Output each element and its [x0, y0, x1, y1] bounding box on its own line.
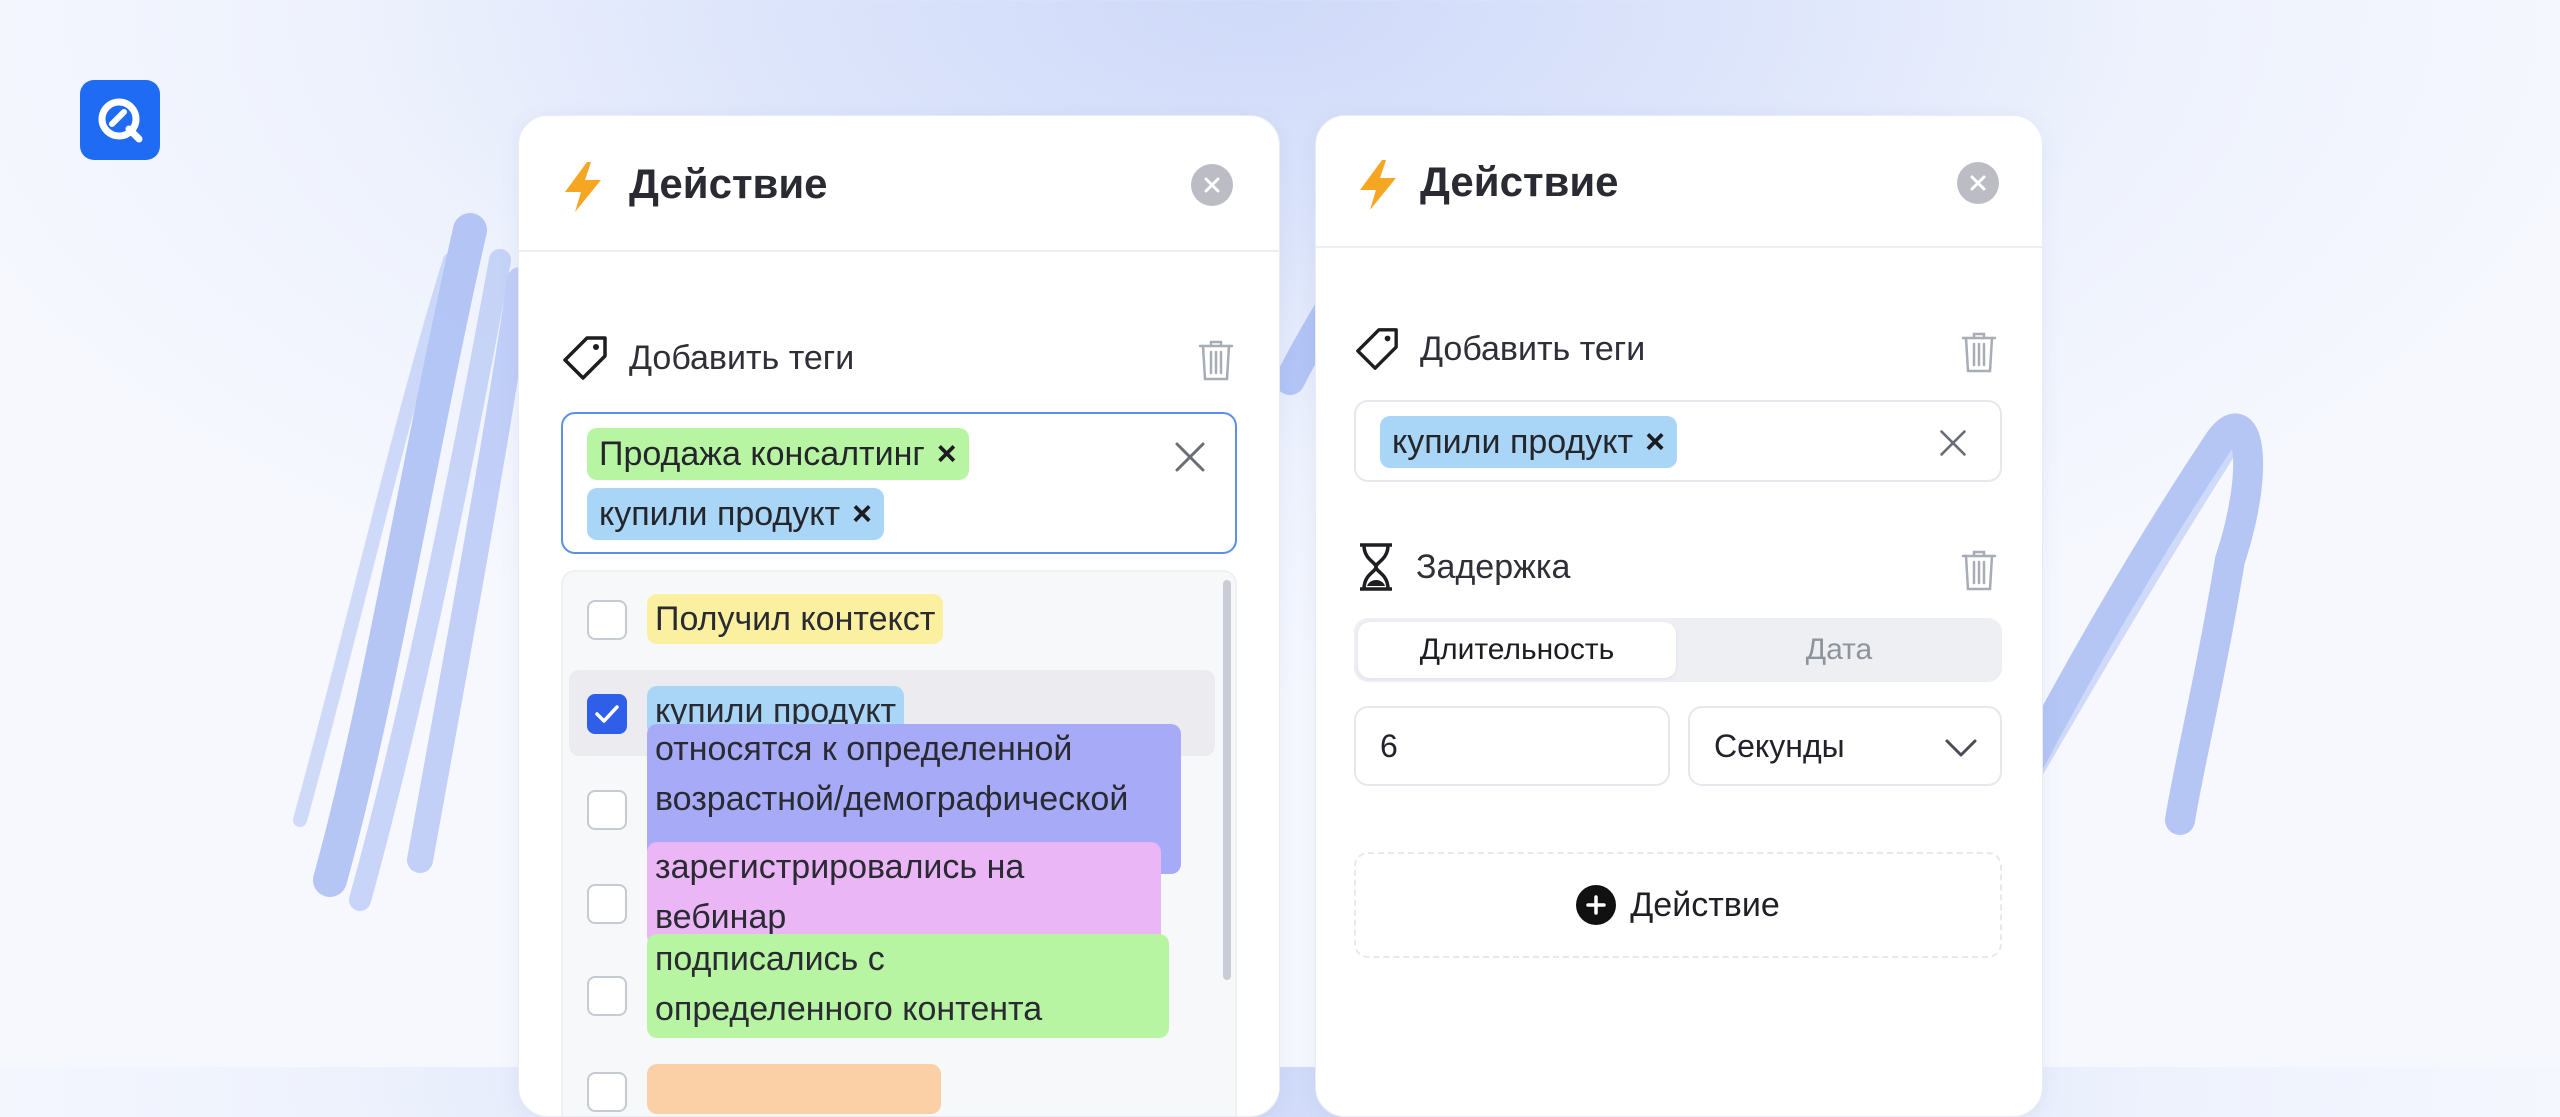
add-action-button[interactable]: Действие [1354, 852, 2002, 958]
trash-icon[interactable] [1960, 330, 1998, 374]
checkbox[interactable] [587, 600, 627, 640]
selected-tag-chip: купили продукт × [587, 488, 884, 540]
trash-icon[interactable] [1197, 338, 1235, 382]
checkbox[interactable] [587, 884, 627, 924]
tab-duration[interactable]: Длительность [1358, 622, 1676, 678]
option-tag-line: подписались с [655, 940, 885, 978]
tags-input[interactable]: купили продукт × [1354, 400, 2002, 482]
option-tag-line: определенного контента [655, 990, 1043, 1028]
close-button[interactable] [1957, 162, 1999, 204]
option-tag-label: зарегистрировались на вебинар [647, 842, 1161, 946]
option-tag-line: относятся к определенной [655, 730, 1073, 768]
delay-value-input[interactable]: 6 [1354, 706, 1670, 786]
scrollbar[interactable] [1223, 580, 1231, 980]
background-brush-strokes [293, 213, 2264, 911]
checkbox[interactable] [587, 976, 627, 1016]
panel-title: Действие [629, 160, 828, 207]
plus-circle-icon [1576, 885, 1617, 925]
chip-remove-button[interactable]: × [937, 435, 957, 474]
hourglass-icon [1360, 543, 1392, 591]
close-icon [1204, 177, 1220, 193]
close-button[interactable] [1191, 164, 1233, 206]
panel-title: Действие [1420, 158, 1619, 205]
lightning-bolt-icon [1360, 160, 1396, 210]
add-tags-section: Добавить теги [1354, 326, 1645, 372]
add-tags-label: Добавить теги [1420, 329, 1646, 368]
clear-all-icon[interactable] [1938, 428, 1968, 458]
chevron-down-icon [1945, 739, 1977, 757]
selected-tag-chip: Продажа консалтинг × [587, 428, 969, 480]
add-action-label: Действие [1630, 885, 1780, 924]
chip-label: купили продукт [1392, 422, 1634, 461]
delay-unit-select[interactable]: Секунды [1688, 706, 2002, 786]
delay-label: Задержка [1416, 547, 1571, 586]
option-tag-line: возрастной/демографической [655, 780, 1129, 818]
selected-tag-chip: купили продукт × [1380, 416, 1677, 468]
chip-label: Продажа консалтинг [599, 434, 925, 473]
option-tag-label [647, 1064, 941, 1114]
checkbox[interactable] [587, 1072, 627, 1112]
delay-value: 6 [1380, 727, 1398, 764]
panel-header: Действие [519, 116, 1279, 252]
tags-input[interactable]: Продажа консалтинг × купили продукт × [561, 412, 1237, 554]
add-tags-label: Добавить теги [629, 338, 855, 377]
chip-remove-button[interactable]: × [852, 495, 872, 534]
add-tags-section: Добавить теги [561, 334, 854, 382]
delay-unit-value: Секунды [1714, 727, 1845, 764]
trash-icon[interactable] [1960, 548, 1998, 592]
panel-header: Действие [1316, 116, 2042, 248]
tag-icon [1356, 328, 1398, 370]
delay-mode-switch: Длительность Дата [1354, 618, 2002, 682]
checkbox-checked[interactable] [587, 694, 627, 734]
chip-label: купили продукт [599, 494, 841, 533]
option-tag-label: Получил контекст [647, 594, 944, 644]
option-tag-line: зарегистрировались на [655, 848, 1025, 886]
app-logo [80, 80, 160, 160]
lightning-bolt-icon [565, 162, 601, 212]
delay-section: Задержка [1356, 542, 1570, 592]
action-panel-right: Действие Добавить теги купили продукт × [1315, 115, 2043, 1117]
logo-icon [98, 98, 143, 143]
option-tag-label: подписались с определенного контента [647, 934, 1169, 1038]
checkmark-icon [595, 705, 619, 723]
checkbox[interactable] [587, 790, 627, 830]
action-panel-left: Действие Добавить теги Продажа консалтин… [518, 115, 1280, 1117]
close-icon [1970, 175, 1986, 191]
chip-remove-button[interactable]: × [1645, 423, 1665, 462]
clear-all-icon[interactable] [1173, 440, 1207, 474]
tab-date[interactable]: Дата [1680, 622, 1998, 678]
tag-icon [563, 336, 607, 380]
tags-dropdown: Получил контекст купили продукт относятс… [561, 570, 1237, 1116]
